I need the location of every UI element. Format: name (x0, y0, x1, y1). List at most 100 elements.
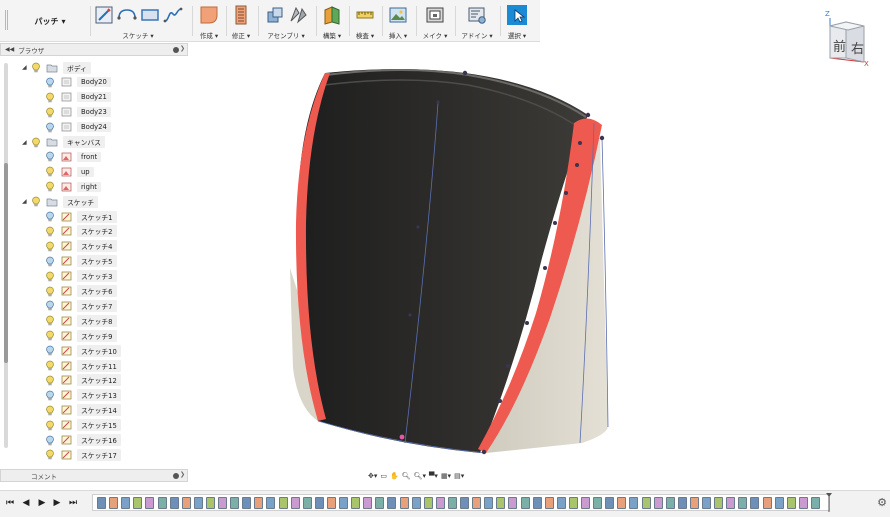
timeline-feature[interactable] (387, 497, 397, 509)
toolbar-group-modify[interactable]: 修正 ▾ (227, 3, 255, 41)
visibility-bulb-icon[interactable] (44, 225, 56, 237)
viewcube[interactable]: 前 右 Z X (820, 10, 874, 68)
visibility-bulb-icon[interactable] (44, 211, 56, 223)
tree-folder[interactable]: ◢ スケッチ (22, 195, 99, 208)
tree-item[interactable]: スケッチ1 (44, 210, 117, 223)
model-view[interactable] (190, 43, 890, 483)
timeline-feature[interactable] (339, 497, 348, 509)
timeline-feature[interactable] (97, 497, 106, 509)
toolbar-group-sketch[interactable]: スケッチ ▾ (86, 3, 190, 41)
visibility-bulb-icon[interactable] (44, 285, 56, 297)
timeline-feature[interactable] (157, 497, 167, 509)
visibility-bulb-icon[interactable] (44, 315, 56, 327)
timeline-feature[interactable] (762, 497, 772, 509)
visibility-bulb-icon[interactable] (44, 166, 56, 178)
timeline-feature[interactable] (629, 497, 639, 509)
timeline-feature[interactable] (290, 497, 300, 509)
expand-icon[interactable]: ❯ (180, 45, 185, 52)
timeline-feature[interactable] (314, 497, 324, 509)
tree-folder[interactable]: ◢ ボディ (22, 61, 91, 74)
visibility-bulb-icon[interactable] (44, 449, 56, 461)
timeline-feature[interactable] (181, 497, 191, 509)
timeline-feature[interactable] (653, 497, 663, 509)
pan-icon[interactable]: ✋ (390, 472, 399, 480)
timeline-track[interactable] (92, 494, 830, 511)
create-patch-icon[interactable] (199, 5, 219, 25)
visibility-bulb-icon[interactable] (44, 389, 56, 401)
addin-script-icon[interactable] (467, 5, 487, 25)
timeline-feature[interactable] (726, 497, 736, 509)
tree-item[interactable]: スケッチ8 (44, 314, 117, 327)
visibility-bulb-icon[interactable] (44, 434, 56, 446)
expand-triangle-icon[interactable]: ◢ (22, 64, 30, 71)
toolbar-group-construct[interactable]: 構築 ▾ (317, 3, 347, 41)
timeline-feature[interactable] (605, 497, 615, 509)
modify-icon[interactable] (231, 5, 251, 25)
tree-item[interactable]: スケッチ16 (44, 434, 121, 447)
select-cursor-icon[interactable] (507, 5, 527, 25)
visibility-bulb-icon[interactable] (44, 255, 56, 267)
inspect-measure-icon[interactable] (355, 5, 375, 25)
timeline-feature[interactable] (568, 497, 578, 509)
timeline-feature[interactable] (593, 497, 603, 509)
insert-image-icon[interactable] (388, 5, 408, 25)
tree-item[interactable]: front (44, 150, 102, 163)
expand-triangle-icon[interactable]: ◢ (22, 139, 30, 146)
timeline-feature[interactable] (133, 497, 143, 509)
timeline-feature[interactable] (351, 497, 361, 509)
timeline-feature[interactable] (121, 497, 131, 509)
toolbar-group-create[interactable]: 作成 ▾ (194, 3, 224, 41)
timeline-feature[interactable] (302, 497, 312, 509)
timeline-feature[interactable] (702, 497, 711, 509)
tree-item[interactable]: right (44, 180, 101, 193)
visibility-bulb-icon[interactable] (44, 404, 56, 416)
go-to-start-icon[interactable]: ⏮ (5, 497, 15, 509)
timeline-feature[interactable] (750, 497, 760, 509)
tree-item[interactable]: スケッチ3 (44, 270, 117, 283)
tree-item[interactable]: スケッチ2 (44, 225, 117, 238)
timeline-feature[interactable] (810, 497, 820, 509)
step-back-icon[interactable]: ◀ (21, 497, 31, 509)
timeline-feature[interactable] (798, 497, 808, 509)
timeline-marker[interactable] (826, 493, 832, 512)
timeline-feature[interactable] (714, 497, 724, 509)
visibility-bulb-icon[interactable] (44, 76, 56, 88)
timeline-feature[interactable] (689, 497, 699, 509)
timeline-feature[interactable] (375, 497, 385, 509)
timeline-feature[interactable] (484, 497, 494, 509)
visibility-bulb-icon[interactable] (44, 345, 56, 357)
workspace-switcher[interactable]: パッチ ▾ (14, 8, 86, 34)
timeline-feature[interactable] (193, 497, 203, 509)
timeline-feature[interactable] (230, 497, 240, 509)
play-icon[interactable]: ▶ (37, 497, 47, 509)
visibility-bulb-icon[interactable] (44, 240, 56, 252)
tree-item[interactable]: up (44, 165, 94, 178)
tree-item[interactable]: スケッチ17 (44, 448, 121, 461)
timeline-feature[interactable] (109, 497, 119, 509)
comment-add-icon[interactable] (173, 473, 179, 479)
visibility-bulb-icon[interactable] (30, 196, 42, 208)
tree-item[interactable]: Body24 (44, 121, 111, 134)
tree-item[interactable]: スケッチ6 (44, 285, 117, 298)
viewcube-right-label[interactable]: 右 (851, 38, 864, 57)
zoom-icon[interactable]: 🔍︎ (402, 472, 411, 480)
expand-triangle-icon[interactable]: ◢ (22, 198, 30, 205)
timeline-feature[interactable] (532, 497, 542, 509)
timeline-feature[interactable] (617, 497, 627, 509)
toolbar-group-inspect[interactable]: 検査 ▾ (350, 3, 380, 41)
timeline-feature[interactable] (544, 497, 554, 509)
visibility-bulb-icon[interactable] (30, 62, 42, 74)
viewports-icon[interactable]: ▤▾ (454, 472, 464, 480)
tree-item[interactable]: Body23 (44, 106, 111, 119)
toolbar-group-insert[interactable]: 挿入 ▾ (383, 3, 413, 41)
visibility-bulb-icon[interactable] (44, 419, 56, 431)
orbit-icon[interactable]: ✥▾ (368, 472, 377, 480)
timeline-feature[interactable] (242, 497, 252, 509)
tree-item[interactable]: スケッチ12 (44, 374, 121, 387)
collapse-panel-icon[interactable]: ◀◀ (5, 46, 14, 53)
timeline-feature[interactable] (641, 497, 651, 509)
timeline-feature[interactable] (665, 497, 675, 509)
selected-point[interactable] (399, 434, 405, 440)
scrollbar-thumb[interactable] (4, 163, 8, 363)
timeline-feature[interactable] (205, 497, 215, 509)
